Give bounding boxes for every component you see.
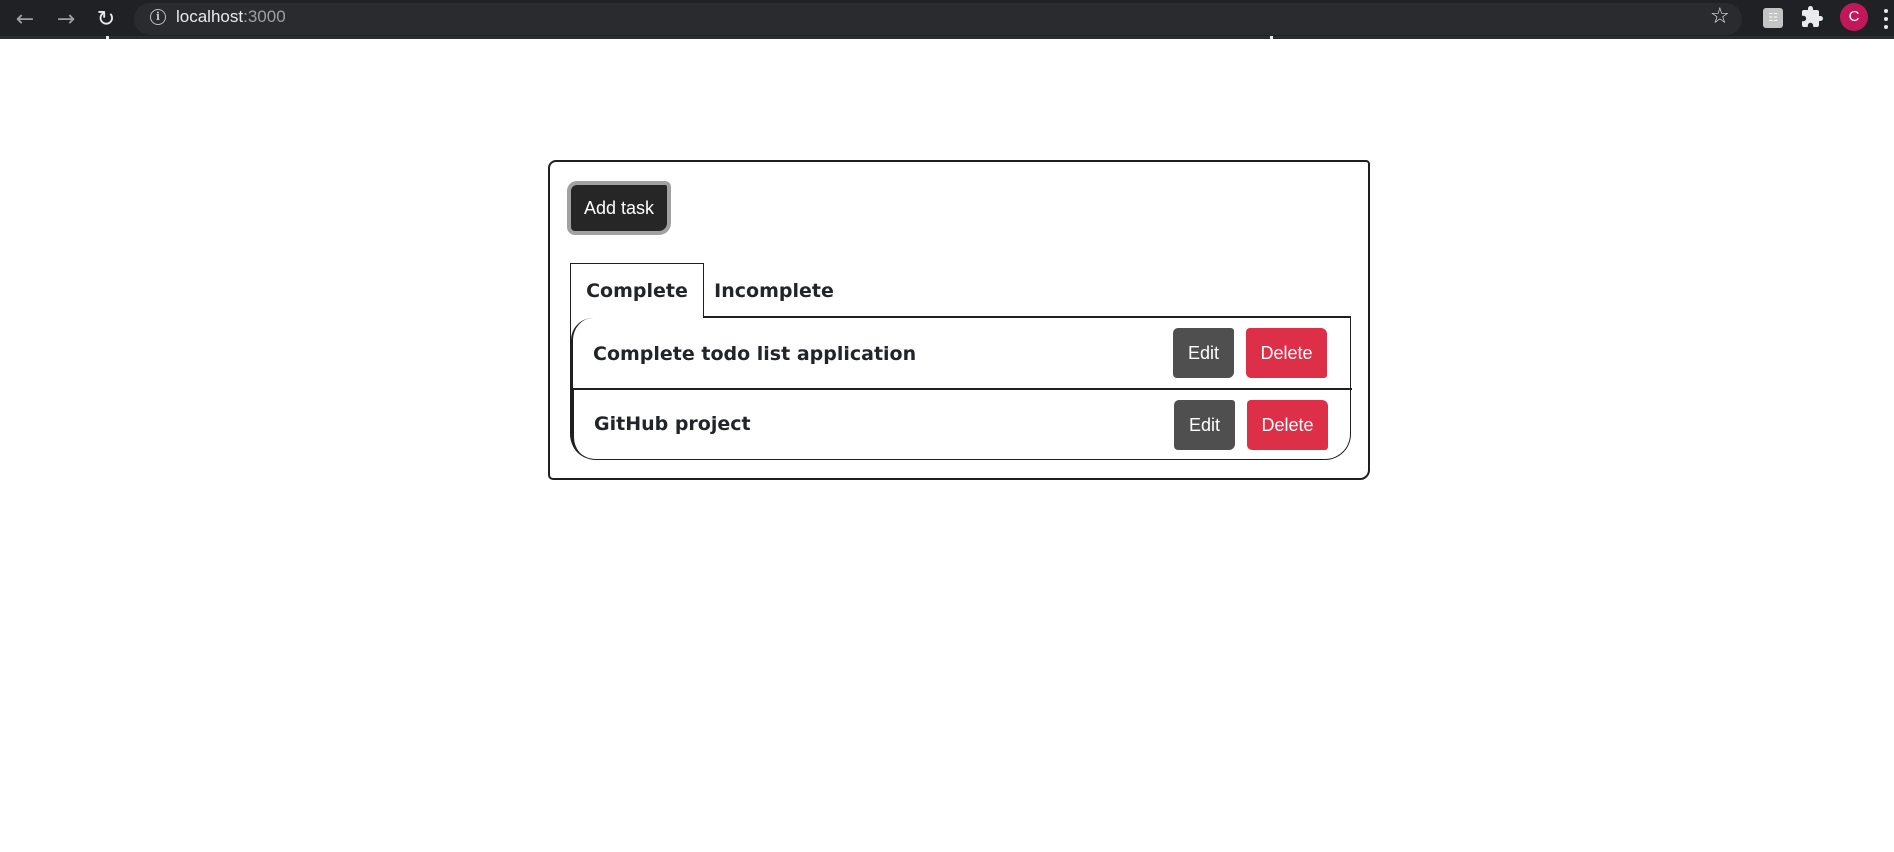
browser-menu-icon[interactable]	[1884, 9, 1888, 29]
bookmark-star-icon[interactable]: ☆	[1710, 4, 1730, 29]
tab-incomplete[interactable]: Incomplete	[704, 263, 844, 318]
address-bar[interactable]	[134, 3, 1742, 35]
url-host: localhost	[176, 7, 244, 26]
back-arrow-icon[interactable]: ←	[10, 4, 40, 34]
add-task-button[interactable]: Add task	[567, 181, 671, 235]
forward-arrow-icon[interactable]: →	[51, 4, 81, 34]
toolbar-bottom-border	[0, 36, 1894, 39]
task-item: Complete todo list application Edit Dele…	[571, 318, 1352, 390]
site-info-icon[interactable]: i	[150, 9, 166, 25]
extension-icon[interactable]: ☷	[1763, 8, 1783, 28]
task-list: Complete todo list application Edit Dele…	[570, 318, 1352, 460]
extensions-puzzle-icon[interactable]	[1800, 5, 1824, 29]
url-port: :3000	[243, 7, 286, 26]
task-title: Complete todo list application	[593, 343, 917, 365]
edit-button[interactable]: Edit	[1173, 328, 1234, 378]
todo-card: Add task Complete Incomplete Complete to…	[548, 160, 1370, 480]
delete-button[interactable]: Delete	[1246, 328, 1327, 378]
browser-toolbar: ← → ↻ i localhost:3000 ☆ ☷ C	[0, 0, 1894, 39]
task-item: GitHub project Edit Delete	[571, 390, 1352, 459]
task-tabs: Complete Incomplete	[570, 263, 1351, 318]
reload-icon[interactable]: ↻	[91, 4, 121, 34]
profile-avatar[interactable]: C	[1840, 3, 1868, 31]
tab-complete[interactable]: Complete	[570, 263, 704, 318]
url-text[interactable]: localhost:3000	[176, 7, 286, 27]
delete-button[interactable]: Delete	[1247, 400, 1328, 450]
task-title: GitHub project	[594, 413, 751, 435]
edit-button[interactable]: Edit	[1174, 400, 1235, 450]
